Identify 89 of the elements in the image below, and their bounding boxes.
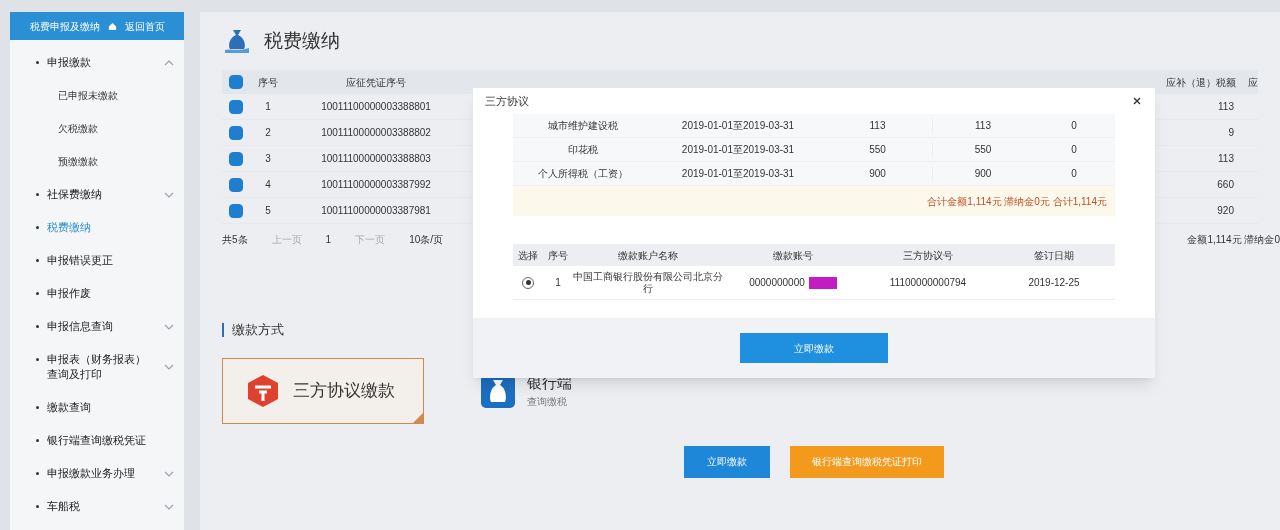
table-cell-text: 9 [1227, 126, 1235, 140]
table-cell-text: 2019-01-01至2019-03-31 [680, 119, 796, 133]
checkbox[interactable] [229, 203, 243, 218]
table-cell-text: 0 [1070, 143, 1078, 157]
table-cell-text: 0 [1070, 119, 1078, 133]
column-header: 应补（退）税额 [1165, 75, 1236, 90]
table-cell: 550 [823, 142, 933, 157]
sidebar-item[interactable]: 申报表（财务报表）查询及打印 [36, 343, 174, 391]
table-cell-text: 113 [1217, 152, 1235, 166]
payment-method[interactable]: 三方协议缴款 [222, 357, 424, 424]
checkbox[interactable] [229, 125, 243, 140]
column-header: 签订日期 [1033, 248, 1075, 263]
expand-icon [164, 503, 174, 510]
sidebar-item[interactable]: 申报信息查询 [36, 310, 174, 343]
home-link[interactable]: 返回首页 [124, 18, 165, 34]
column-header: 选择 [517, 248, 539, 263]
page-size-select[interactable]: 10条/页 [409, 231, 444, 247]
table-cell-text: 920 [1216, 204, 1235, 218]
expand-icon [164, 364, 174, 370]
column-header: 序号 [547, 248, 569, 263]
table-cell-text: 900 [973, 167, 993, 181]
back-button[interactable]: 税费申报及缴纳 返回首页 [10, 12, 184, 40]
table-cell-text: 10011100000003387992 [320, 178, 432, 192]
table-cell-text: 113 [974, 119, 992, 133]
column-header: 应征凭证序号 [345, 75, 407, 90]
submenu-item[interactable]: 欠税缴款 [36, 112, 174, 145]
table-cell-text: 10011100000003388802 [320, 126, 432, 140]
sidebar-item[interactable]: 申报作废 [36, 277, 174, 310]
table-cell-text: 4 [264, 178, 272, 192]
table-cell-text: 2019-01-01至2019-03-31 [680, 167, 796, 181]
table-cell-text: 0 [1070, 167, 1078, 181]
total-summary: 金额1,114元 滞纳金0 [1187, 232, 1280, 247]
column-header: 缴款账号 [772, 248, 814, 263]
table-cell-text: 10011100000003388803 [320, 152, 432, 166]
total-summary: 合计金额1,114元 滞纳金0元 合计1,114元 [927, 194, 1107, 209]
section-heading: 缴款方式 [232, 321, 284, 339]
sidebar-item[interactable]: 车船税 [36, 490, 174, 523]
table-cell: 900 [823, 166, 933, 181]
submenu-item[interactable]: 预缴缴款 [36, 145, 174, 178]
table-cell-text: 550 [973, 143, 993, 157]
shield-logo-icon [245, 372, 281, 409]
checkbox[interactable] [229, 99, 243, 114]
submenu-item[interactable]: 已申报未缴款 [36, 79, 174, 112]
total-count: 共5条 [222, 232, 248, 247]
table-cell-text: 5 [264, 204, 272, 218]
method-label: 三方协议缴款 [293, 379, 395, 402]
table-cell-text: 1 [554, 276, 562, 290]
sidebar-item[interactable]: 社保费缴纳 [36, 178, 174, 211]
page-number[interactable]: 1 [325, 231, 332, 247]
checkbox[interactable] [229, 151, 243, 166]
expand-icon [164, 191, 174, 198]
sidebar-item[interactable]: 缴款查询 [36, 391, 174, 424]
table-cell-text: 1 [264, 100, 272, 114]
corner-mark-icon [413, 412, 423, 423]
table-cell-text: 660 [1216, 178, 1235, 192]
table-cell-text: 3 [264, 152, 272, 166]
checkbox[interactable] [229, 177, 243, 192]
table-cell-text: 城市维护建设税 [547, 119, 619, 133]
section-title: 税费申报及缴纳 [29, 19, 100, 34]
table-cell: 113 [823, 118, 933, 133]
table-cell-text: 10011100000003387981 [320, 204, 432, 218]
collapse-icon [164, 59, 174, 66]
dialog-title: 三方协议 [485, 93, 529, 109]
table-cell-text: 10011100000003388801 [320, 100, 432, 114]
table-cell-text: 11100000000794 [888, 276, 968, 290]
column-header: 三方协议号 [902, 248, 954, 263]
sidebar-item[interactable]: 申报错误更正 [36, 244, 174, 277]
table-cell-text: 2019-12-25 [1027, 276, 1081, 290]
table-cell-text: 2 [264, 126, 272, 140]
table-cell-text: 个人所得税（工资） [537, 167, 629, 181]
close-button[interactable] [1131, 95, 1143, 107]
table-cell-text: 113 [1217, 100, 1235, 114]
page-title: 税费缴纳 [264, 28, 340, 53]
sidebar-item[interactable]: 银行端查询缴税凭证 [36, 424, 174, 457]
expand-icon [164, 470, 174, 477]
action-button[interactable]: 立即缴款 [684, 445, 770, 478]
column-header: 序号 [257, 75, 279, 90]
sidebar-item[interactable]: 申报缴款 [36, 46, 174, 79]
table-cell: 中国工商银行股份有限公司北京分行 [573, 270, 723, 295]
table-cell-text: 0000000000 [749, 276, 805, 290]
column-header: 应 [1247, 75, 1258, 90]
table-cell-text: 印花税 [567, 143, 599, 157]
home-icon [107, 21, 117, 31]
checkbox[interactable] [229, 75, 243, 89]
table-cell-text: 2019-01-01至2019-03-31 [680, 143, 796, 157]
method-sublabel: 查询缴税 [527, 395, 567, 410]
column-header: 缴款账户名称 [617, 248, 679, 263]
sidebar-item[interactable]: 申报缴款业务办理 [36, 457, 174, 490]
expand-icon [164, 323, 174, 330]
